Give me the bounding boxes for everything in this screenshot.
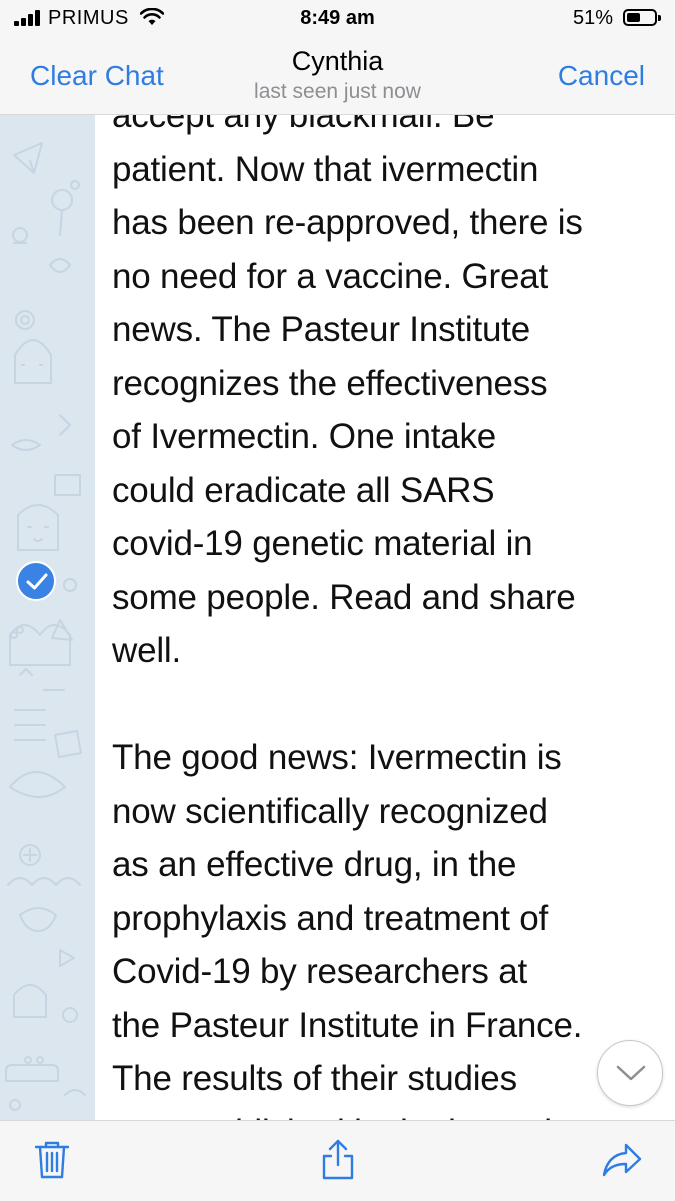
- forward-button[interactable]: [600, 1137, 644, 1181]
- share-button[interactable]: [316, 1137, 360, 1181]
- message-selected-checkbox[interactable]: [16, 561, 56, 601]
- cancel-button[interactable]: Cancel: [558, 60, 645, 92]
- message-paragraph-1: accept any blackmail. Be patient. Now th…: [112, 115, 583, 670]
- message-text: accept any blackmail. Be patient. Now th…: [112, 115, 667, 1120]
- selection-toolbar: [0, 1120, 675, 1201]
- chevron-down-icon: [616, 1065, 646, 1081]
- status-bar: PRIMUS 8:49 am 51%: [0, 0, 675, 38]
- delete-button[interactable]: [30, 1137, 74, 1181]
- chat-background-pattern: [0, 115, 95, 1120]
- battery-percent: 51%: [572, 7, 613, 29]
- message-paragraph-2: The good news: Ivermectin is now scienti…: [112, 738, 583, 1120]
- nav-bar: Clear Chat Cynthia last seen just now Ca…: [0, 38, 675, 115]
- battery-icon: [623, 9, 661, 26]
- forward-icon: [602, 1143, 642, 1177]
- share-icon: [322, 1139, 354, 1180]
- trash-icon: [34, 1141, 70, 1179]
- message-bubble[interactable]: accept any blackmail. Be patient. Now th…: [95, 115, 675, 1120]
- scroll-down-button[interactable]: [597, 1040, 663, 1106]
